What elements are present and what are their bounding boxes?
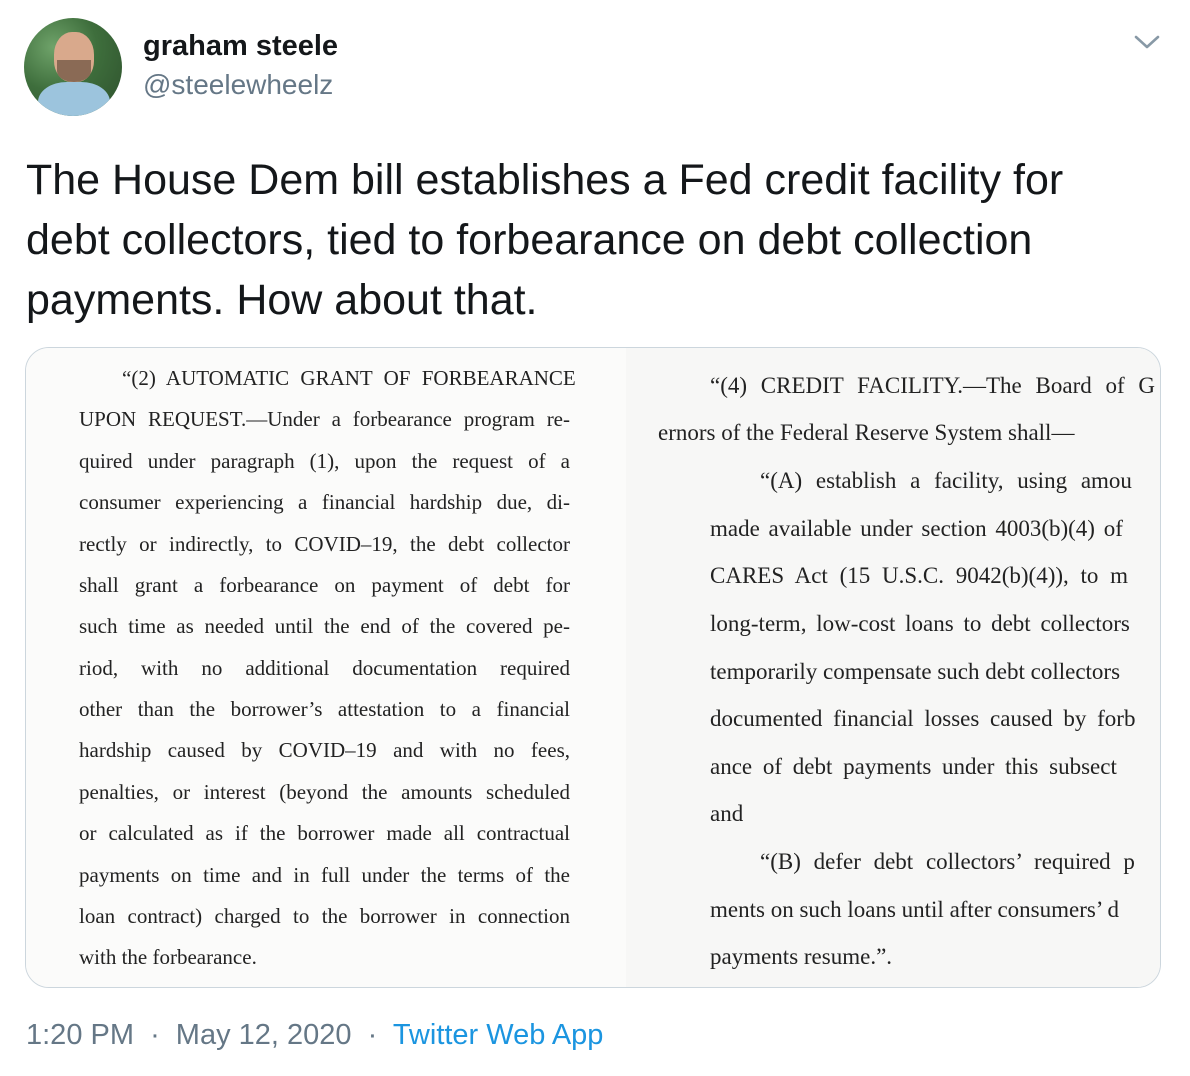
- document-line: temporarily compensate such debt collect…: [710, 659, 1121, 684]
- attached-document-image[interactable]: “(2) AUTOMATIC GRANT OF FORBEARANCE UPON…: [25, 347, 1161, 988]
- avatar-shirt: [38, 82, 110, 116]
- tweet-time[interactable]: 1:20 PM: [26, 1019, 134, 1051]
- meta-separator: ·: [150, 1019, 160, 1051]
- document-line: “(2) AUTOMATIC GRANT OF FORBEARANCE: [122, 366, 576, 390]
- tweet-text: The House Dem bill establishes a Fed cre…: [26, 156, 1064, 324]
- document-left-page: “(2) AUTOMATIC GRANT OF FORBEARANCE UPON…: [26, 348, 626, 987]
- document-line: with the forbearance.: [79, 945, 257, 969]
- document-line: shall grant a forbearance on payment of …: [79, 573, 570, 597]
- document-line: ments on such loans until after consumer…: [710, 897, 1120, 922]
- author-handle[interactable]: @steelewheelz: [143, 69, 333, 101]
- document-line: CARES Act (15 U.S.C. 9042(b)(4)), to m: [710, 563, 1129, 588]
- document-line: loan contract) charged to the borrower i…: [79, 904, 570, 928]
- page-header-mark: [846, 348, 886, 350]
- document-line: other than the borrower’s attestation to…: [79, 697, 570, 721]
- document-line: consumer experiencing a financial hardsh…: [79, 490, 570, 514]
- tweet-source-link[interactable]: Twitter Web App: [393, 1019, 604, 1051]
- document-line: or calculated as if the borrower made al…: [79, 821, 570, 845]
- document-line: UPON REQUEST.—Under a forbearance progra…: [79, 407, 570, 431]
- document-line: riod, with no additional documentation r…: [79, 656, 570, 680]
- document-line: penalties, or interest (beyond the amoun…: [79, 780, 570, 804]
- author-display-name[interactable]: graham steele: [143, 30, 338, 63]
- tweet-meta: 1:20 PM · May 12, 2020 · Twitter Web App: [26, 1019, 603, 1052]
- document-line: “(4) CREDIT FACILITY.—The Board of G: [710, 373, 1155, 398]
- document-line: payments on time and in full under the t…: [79, 863, 570, 887]
- document-line: payments resume.”.: [710, 944, 893, 969]
- document-line: hardship caused by COVID–19 and with no …: [79, 738, 570, 762]
- chevron-down-icon[interactable]: [1132, 30, 1162, 54]
- document-right-page: “(4) CREDIT FACILITY.—The Board of G ern…: [626, 348, 1160, 987]
- document-line: long-term, low-cost loans to debt collec…: [710, 611, 1130, 636]
- document-line: and: [710, 801, 744, 826]
- avatar-beard: [57, 60, 91, 82]
- document-line: quired under paragraph (1), upon the req…: [79, 449, 570, 473]
- document-line: rectly or indirectly, to COVID–19, the d…: [79, 532, 570, 556]
- document-line: such time as needed until the end of the…: [79, 614, 570, 638]
- meta-separator: ·: [367, 1019, 378, 1051]
- avatar[interactable]: [24, 18, 122, 116]
- tweet-date[interactable]: May 12, 2020: [176, 1019, 352, 1051]
- document-line: “(A) establish a facility, using amou: [760, 468, 1132, 493]
- document-line: “(B) defer debt collectors’ required p: [760, 849, 1135, 874]
- document-line: documented financial losses caused by fo…: [710, 706, 1136, 731]
- document-line: ance of debt payments under this subsect: [710, 754, 1117, 779]
- document-line: made available under section 4003(b)(4) …: [710, 516, 1123, 541]
- document-line: ernors of the Federal Reserve System sha…: [658, 420, 1075, 445]
